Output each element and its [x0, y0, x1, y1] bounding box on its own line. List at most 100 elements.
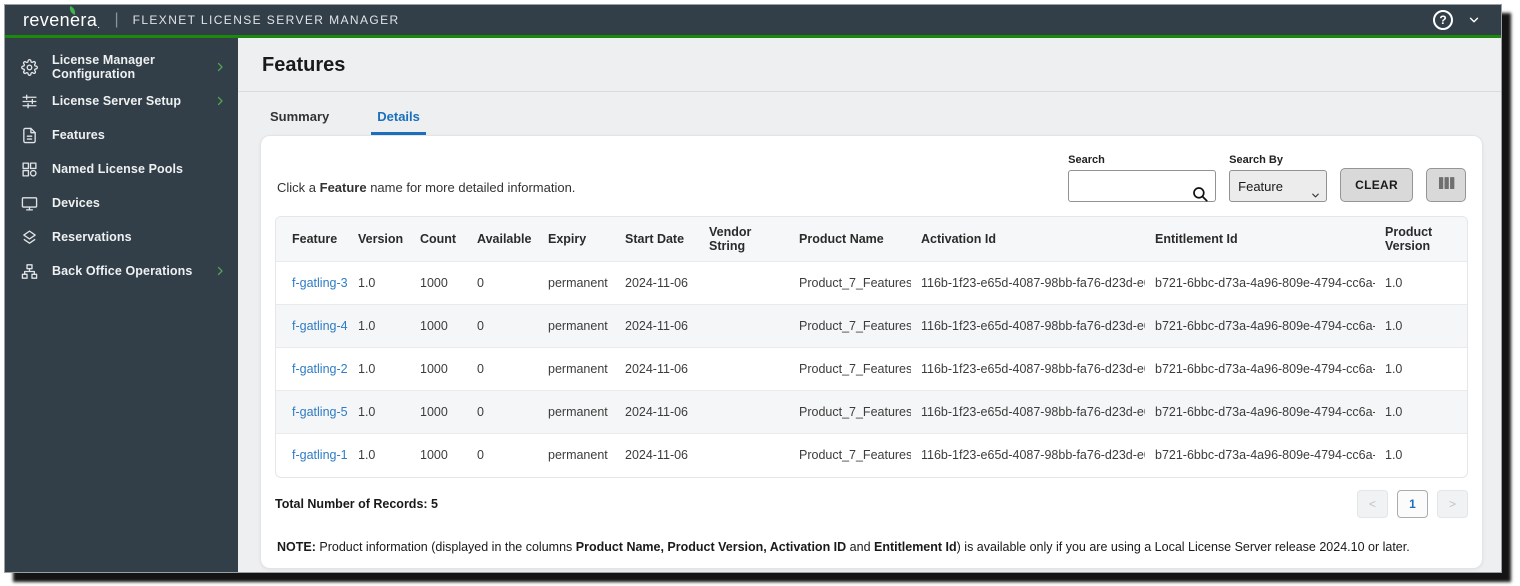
table-cell: Product_7_Features [789, 304, 911, 348]
sidebar-item-label: Back Office Operations [52, 264, 193, 278]
sidebar-item-back-office-operations[interactable]: Back Office Operations [5, 254, 238, 288]
search-input[interactable] [1068, 170, 1217, 202]
table-cell: 116b-1f23-e65d-4087-98bb-fa76-d23d-e026 [911, 433, 1145, 477]
feature-link[interactable]: f-gatling-4 [292, 319, 348, 333]
pagination: < 1 > [1357, 489, 1468, 518]
clear-button[interactable]: CLEAR [1340, 168, 1413, 202]
tab-summary[interactable]: Summary [264, 98, 335, 135]
features-table-wrap: Feature Version Count Available Expiry Start … [275, 216, 1468, 478]
sidebar-item-label: Features [52, 128, 105, 142]
tab-bar: Summary Details [238, 98, 1501, 135]
document-icon [21, 127, 38, 144]
revenera-logo: revenera. [23, 5, 100, 31]
column-header[interactable]: Vendor String [699, 217, 789, 262]
feature-link[interactable]: f-gatling-5 [292, 405, 348, 419]
sidebar-item-label: Named License Pools [52, 162, 184, 176]
table-cell: 0 [467, 304, 538, 348]
table-cell: 1.0 [1375, 261, 1467, 305]
table-cell: 0 [467, 347, 538, 391]
table-cell: 1.0 [1375, 304, 1467, 348]
help-icon[interactable]: ? [1433, 10, 1453, 30]
next-page-button[interactable]: > [1437, 489, 1468, 518]
feature-cell: f-gatling-3 [276, 261, 348, 305]
sidebar-item-devices[interactable]: Devices [5, 186, 238, 220]
main-content: Features Summary Details Click a Feature… [238, 38, 1501, 572]
column-header[interactable]: Start Date [615, 217, 699, 262]
feature-link[interactable]: f-gatling-2 [292, 362, 348, 376]
app-window: revenera. | FLEXNET LICENSE SERVER MANAG… [4, 4, 1502, 573]
sidebar-item-features[interactable]: Features [5, 118, 238, 152]
table-cell: 1000 [410, 390, 467, 434]
search-by-label: Search By [1229, 154, 1283, 166]
features-table: Feature Version Count Available Expiry Start … [276, 217, 1467, 477]
feature-cell: f-gatling-1 [276, 433, 348, 477]
table-cell: 1.0 [1375, 390, 1467, 434]
table-cell: 1.0 [1375, 433, 1467, 477]
column-header[interactable]: Activation Id [911, 217, 1145, 262]
table-cell: 2024-11-06 [615, 347, 699, 391]
table-footer: Total Number of Records: 5 < 1 > [275, 489, 1468, 518]
sidebar-item-label: Reservations [52, 230, 132, 244]
table-cell: permanent [538, 261, 615, 305]
column-header[interactable]: Version [348, 217, 410, 262]
table-cell: 116b-1f23-e65d-4087-98bb-fa76-d23d-e026 [911, 347, 1145, 391]
chevron-right-icon [214, 61, 226, 73]
table-cell: b721-6bbc-d73a-4a96-809e-4794-cc6a-0fa4 [1145, 347, 1375, 391]
column-chooser-icon [1436, 174, 1457, 196]
sidebar-item-named-license-pools[interactable]: Named License Pools [5, 152, 238, 186]
table-cell: 2024-11-06 [615, 433, 699, 477]
table-cell [699, 347, 789, 391]
sidebar-item-label: Devices [52, 196, 100, 210]
column-header[interactable]: Feature [276, 217, 348, 262]
prev-page-button[interactable]: < [1357, 489, 1388, 518]
table-cell: 2024-11-06 [615, 390, 699, 434]
column-header[interactable]: Expiry [538, 217, 615, 262]
column-header[interactable]: Available [467, 217, 538, 262]
search-label: Search [1068, 154, 1105, 166]
chevron-down-icon[interactable] [1467, 13, 1481, 27]
table-cell: Product_7_Features [789, 433, 911, 477]
table-cell [699, 304, 789, 348]
top-bar: revenera. | FLEXNET LICENSE SERVER MANAG… [5, 5, 1501, 38]
table-cell: Product_7_Features [789, 261, 911, 305]
table-cell [699, 261, 789, 305]
details-panel: Click a Feature name for more detailed i… [260, 135, 1483, 569]
table-cell: b721-6bbc-d73a-4a96-809e-4794-cc6a-0fa4 [1145, 390, 1375, 434]
column-header[interactable]: Product Name [789, 217, 911, 262]
table-row: f-gatling-3 1.0 1000 0 permanent 2024-11-06 Pr… [276, 261, 1467, 305]
table-cell: 1000 [410, 433, 467, 477]
table-row: f-gatling-5 1.0 1000 0 permanent 2024-11-06 Pr… [276, 390, 1467, 434]
gear-icon [21, 58, 38, 76]
title-divider [238, 91, 1501, 92]
table-cell: b721-6bbc-d73a-4a96-809e-4794-cc6a-0fa4 [1145, 261, 1375, 305]
column-header[interactable]: Product Version [1375, 217, 1467, 262]
monitor-icon [21, 195, 38, 212]
table-row: f-gatling-1 1.0 1000 0 permanent 2024-11-06 Pr… [276, 433, 1467, 477]
sidebar-item-license-manager-configuration[interactable]: License Manager Configuration [5, 50, 238, 84]
feature-cell: f-gatling-5 [276, 390, 348, 434]
table-cell [699, 390, 789, 434]
page-1-button[interactable]: 1 [1397, 489, 1428, 518]
table-cell: 1.0 [1375, 347, 1467, 391]
table-cell: 116b-1f23-e65d-4087-98bb-fa76-d23d-e026 [911, 304, 1145, 348]
table-cell: Product_7_Features [789, 390, 911, 434]
feature-cell: f-gatling-2 [276, 347, 348, 391]
search-by-select[interactable]: Feature [1229, 170, 1328, 202]
table-cell: b721-6bbc-d73a-4a96-809e-4794-cc6a-0fa4 [1145, 304, 1375, 348]
table-cell: 1.0 [348, 261, 410, 305]
sidebar-item-license-server-setup[interactable]: License Server Setup [5, 84, 238, 118]
table-cell: permanent [538, 304, 615, 348]
app-title: FLEXNET LICENSE SERVER MANAGER [132, 13, 400, 27]
total-records: Total Number of Records: 5 [275, 496, 438, 511]
column-chooser-button[interactable] [1426, 168, 1466, 202]
table-cell: Product_7_Features [789, 347, 911, 391]
grid-icon [21, 161, 38, 178]
feature-link[interactable]: f-gatling-1 [292, 448, 348, 462]
layers-icon [21, 229, 38, 246]
column-header[interactable]: Count [410, 217, 467, 262]
feature-link[interactable]: f-gatling-3 [292, 276, 348, 290]
table-cell: permanent [538, 390, 615, 434]
tab-details[interactable]: Details [371, 98, 426, 135]
column-header[interactable]: Entitlement Id [1145, 217, 1375, 262]
sidebar-item-reservations[interactable]: Reservations [5, 220, 238, 254]
